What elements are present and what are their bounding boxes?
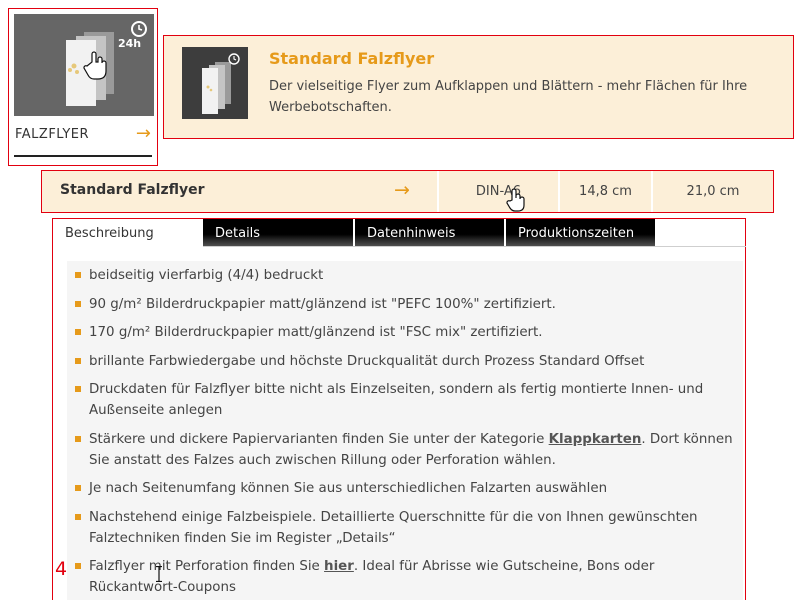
feature-list: beidseitig vierfarbig (4/4) bedruckt 90 … <box>73 265 733 600</box>
list-item: Stärkere und dickere Papiervarianten fin… <box>73 429 733 471</box>
row-product-name: Standard Falzflyer <box>60 182 205 198</box>
list-item: brillante Farbwiedergabe und höchste Dru… <box>73 351 733 372</box>
feature-text: brillante Farbwiedergabe und höchste Dru… <box>89 353 645 369</box>
feature-text: 170 g/m² Bilderdruckpapier matt/glänzend… <box>89 325 543 340</box>
hand-cursor-icon <box>506 188 526 212</box>
height-value: 21,0 cm <box>686 184 740 199</box>
product-format-row[interactable]: Standard Falzflyer → DIN-A6 14,8 cm 21,0… <box>41 170 774 213</box>
list-item: Druckdaten für Falzflyer bitte nicht als… <box>73 379 733 421</box>
format-cell[interactable]: DIN-A6 <box>437 171 558 212</box>
product-info-panel: Standard Falzflyer Der vielseitige Flyer… <box>163 35 794 139</box>
tab-beschreibung[interactable]: Beschreibung <box>53 219 203 247</box>
description-content: beidseitig vierfarbig (4/4) bedruckt 90 … <box>67 261 743 600</box>
product-thumbnail <box>182 47 248 119</box>
arrow-right-icon[interactable]: → <box>136 123 151 144</box>
text-cursor-icon <box>156 565 162 583</box>
feature-text: 90 g/m² Bilderdruckpapier matt/glänzend … <box>89 296 556 312</box>
feature-text: beidseitig vierfarbig (4/4) bedruckt <box>89 268 324 283</box>
tab-datenhinweis[interactable]: Datenhinweis <box>355 219 506 247</box>
feature-text: Druckdaten für Falzflyer bitte nicht als… <box>89 382 704 418</box>
flyer-stack-icon <box>202 53 240 114</box>
falzflyer-tile-image: 24h <box>14 14 154 116</box>
tab-produktionszeiten[interactable]: Produktionszeiten <box>506 219 657 247</box>
feature-text: Falzflyer mit Perforation finden Sie <box>89 559 325 574</box>
klappkarten-link[interactable]: Klappkarten <box>549 432 642 447</box>
clock-24h-icon: 24h <box>118 20 148 52</box>
feature-text: Stärkere und dickere Papiervarianten fin… <box>89 431 549 447</box>
tab-details[interactable]: Details <box>203 219 355 247</box>
feature-text: Je nach Seitenumfang können Sie aus unte… <box>89 481 608 496</box>
feature-text: Nachstehend einige Falzbeispiele. Detail… <box>89 509 698 546</box>
hier-link[interactable]: hier <box>324 559 354 574</box>
list-item: 90 g/m² Bilderdruckpapier matt/glänzend … <box>73 294 733 315</box>
product-description: Der vielseitige Flyer zum Aufklappen und… <box>269 79 748 115</box>
height-cell: 21,0 cm <box>651 171 773 212</box>
list-item: Je nach Seitenumfang können Sie aus unte… <box>73 478 733 499</box>
arrow-right-icon[interactable]: → <box>394 179 410 201</box>
list-item: 170 g/m² Bilderdruckpapier matt/glänzend… <box>73 322 733 343</box>
tile-underline <box>14 155 152 157</box>
falzflyer-tile-label: FALZFLYER <box>15 127 90 142</box>
list-item: Nachstehend einige Falzbeispiele. Detail… <box>73 507 733 549</box>
tab-bar-divider <box>203 246 746 247</box>
badge-24h-text: 24h <box>118 37 142 50</box>
width-cell: 14,8 cm <box>558 171 651 212</box>
product-details-panel: Beschreibung Details Datenhinweis Produk… <box>52 218 746 600</box>
list-item: Falzflyer mit Perforation finden Sie hie… <box>73 556 733 598</box>
falzflyer-tile[interactable]: 24h FALZFLYER → <box>8 8 158 166</box>
width-value: 14,8 cm <box>579 184 632 199</box>
product-title: Standard Falzflyer <box>269 49 435 68</box>
list-item: beidseitig vierfarbig (4/4) bedruckt <box>73 265 733 286</box>
